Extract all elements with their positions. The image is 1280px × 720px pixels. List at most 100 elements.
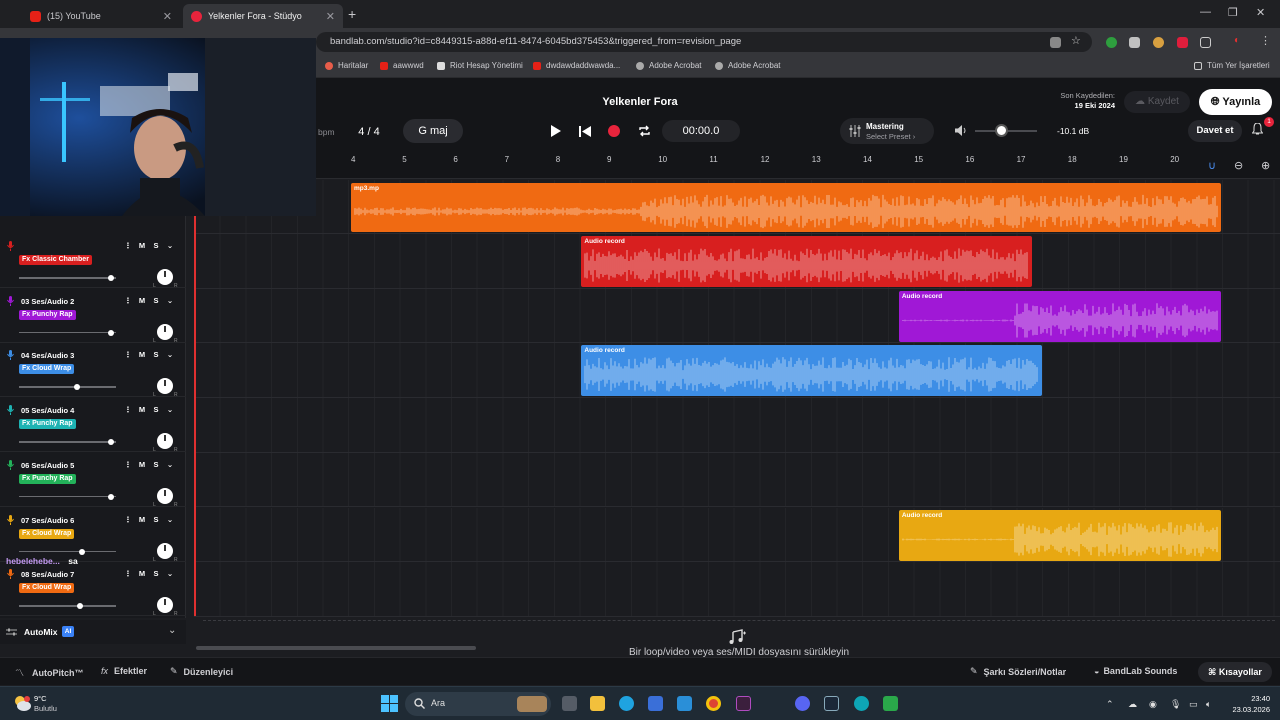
track-name[interactable]: 07 Ses/Audio 6 <box>21 516 74 525</box>
more-icon[interactable]: ⋮ <box>121 515 135 524</box>
more-icon[interactable]: ⋮ <box>121 405 135 414</box>
microphone-icon[interactable]: 🎙︎ <box>1170 699 1181 710</box>
automix-row[interactable]: AutoMix AI ⌄ <box>0 620 186 644</box>
mute-button[interactable]: M <box>135 569 149 578</box>
track-header[interactable]: Fx Classic Chamber ⋮ M S ⌄ L R <box>0 234 186 289</box>
track-header[interactable]: 03 Ses/Audio 2 Fx Punchy Rap ⋮ M S ⌄ L R <box>0 289 186 344</box>
track-volume-handle[interactable] <box>108 329 115 336</box>
audio-clip[interactable]: Audio record <box>898 290 1222 342</box>
url-field[interactable]: bandlab.com/studio?id=c8449315-a88d-ef11… <box>316 32 1092 52</box>
taskbar-search[interactable]: Ara <box>405 692 551 716</box>
mute-button[interactable]: M <box>135 296 149 305</box>
chevron-down-icon[interactable]: ⌄ <box>163 350 177 359</box>
close-tab-icon[interactable]: ✕ <box>163 10 172 23</box>
track-lane[interactable]: Audio record <box>194 234 1280 289</box>
network-icon[interactable]: ▭ <box>1189 699 1198 710</box>
pan-knob[interactable] <box>157 542 173 559</box>
track-header[interactable]: 06 Ses/Audio 5 Fx Punchy Rap ⋮ M S ⌄ L R <box>0 453 186 508</box>
weather-icon[interactable] <box>12 693 32 713</box>
extension-icon[interactable] <box>1129 37 1140 48</box>
chevron-down-icon[interactable]: ⌄ <box>163 405 177 414</box>
rewind-button[interactable] <box>575 122 595 140</box>
profile-icon[interactable]: ◐ <box>1234 35 1245 46</box>
mastering-button[interactable]: Mastering Select Preset › <box>840 118 934 144</box>
solo-button[interactable]: S <box>149 296 163 305</box>
volume-handle[interactable] <box>995 124 1009 137</box>
chrome-icon[interactable] <box>706 696 721 711</box>
fx-badge[interactable]: Fx Cloud Wrap <box>19 364 75 375</box>
file-explorer-icon[interactable] <box>590 696 605 711</box>
track-volume-slider[interactable] <box>19 493 116 500</box>
track-volume-handle[interactable] <box>77 603 84 610</box>
track-name[interactable]: 06 Ses/Audio 5 <box>21 461 74 470</box>
track-lane[interactable] <box>194 452 1280 508</box>
mail-icon[interactable] <box>677 696 692 711</box>
new-tab-button[interactable]: + <box>348 6 356 22</box>
mute-button[interactable]: M <box>135 515 149 524</box>
record-button[interactable] <box>604 122 624 140</box>
chevron-down-icon[interactable]: ⌄ <box>163 296 177 305</box>
track-lane[interactable]: Audio record <box>194 507 1280 563</box>
track-volume-slider[interactable] <box>19 548 116 555</box>
track-name[interactable]: 05 Ses/Audio 4 <box>21 406 74 415</box>
solo-button[interactable]: S <box>149 569 163 578</box>
bookmark-item[interactable]: aawwwd <box>380 61 424 70</box>
discord-icon[interactable] <box>795 696 810 711</box>
volume-icon[interactable]: 🔈︎ <box>1206 699 1211 710</box>
extensions-puzzle-icon[interactable] <box>1200 37 1211 48</box>
tab-youtube[interactable]: (15) YouTube ✕ <box>22 4 180 28</box>
edge-icon[interactable] <box>619 696 634 711</box>
fx-badge[interactable]: Fx Classic Chamber <box>19 255 92 265</box>
mute-button[interactable]: M <box>135 350 149 359</box>
chevron-down-icon[interactable]: ⌄ <box>163 241 177 250</box>
shortcuts-button[interactable]: ⌘ Kısayollar <box>1198 662 1272 682</box>
more-icon[interactable]: ⋮ <box>121 460 135 469</box>
zoom-out-icon[interactable]: ⊖ <box>1234 159 1243 172</box>
loop-button[interactable] <box>634 122 654 140</box>
playhead[interactable] <box>194 216 196 616</box>
track-lane[interactable]: Audio record <box>194 343 1280 399</box>
mute-button[interactable]: M <box>135 241 149 250</box>
speaker-icon[interactable] <box>955 125 968 136</box>
track-header[interactable]: 04 Ses/Audio 3 Fx Cloud Wrap ⋮ M S ⌄ L R <box>0 343 186 398</box>
time-signature[interactable]: 4 / 4 <box>346 120 392 144</box>
track-header[interactable]: 07 Ses/Audio 6 Fx Cloud Wrap ⋮ M S ⌄ L R <box>0 508 186 563</box>
chevron-up-icon[interactable]: ⌃ <box>1106 699 1114 710</box>
maximize-icon[interactable]: ❐ <box>1228 6 1238 19</box>
more-icon[interactable]: ⋮ <box>121 569 135 578</box>
mute-button[interactable]: M <box>135 405 149 414</box>
cloud-icon[interactable]: ☁ <box>1128 699 1137 710</box>
track-header[interactable]: 05 Ses/Audio 4 Fx Punchy Rap ⋮ M S ⌄ L R <box>0 398 186 453</box>
more-icon[interactable]: ⋮ <box>121 350 135 359</box>
more-icon[interactable]: ⋮ <box>121 296 135 305</box>
track-volume-handle[interactable] <box>74 384 81 391</box>
task-view-icon[interactable] <box>562 696 577 711</box>
audio-clip[interactable]: Audio record <box>581 236 1032 287</box>
effects-button[interactable]: fx Efektler <box>101 666 147 676</box>
extension-icon[interactable] <box>1153 37 1164 48</box>
track-volume-slider[interactable] <box>19 603 116 610</box>
close-window-icon[interactable]: ✕ <box>1256 6 1265 19</box>
audio-clip[interactable]: Audio record <box>898 509 1222 561</box>
bookmark-star-icon[interactable]: ☆ <box>1071 36 1082 47</box>
audio-clip[interactable]: mp3.mp <box>351 183 1222 232</box>
bell-icon[interactable] <box>1252 123 1263 135</box>
autopitch-button[interactable]: 〽 AutoPitch™ <box>15 666 84 679</box>
windows-start-icon[interactable] <box>381 695 398 712</box>
track-volume-handle[interactable] <box>108 275 115 281</box>
invite-button[interactable]: Davet et <box>1188 120 1242 142</box>
track-name[interactable]: 04 Ses/Audio 3 <box>21 351 74 360</box>
track-volume-slider[interactable] <box>19 275 116 281</box>
track-header[interactable]: 08 Ses/Audio 7 Fx Cloud Wrap ⋮ M S ⌄ L R <box>0 562 186 617</box>
all-bookmarks[interactable]: Tüm Yer İşaretleri <box>1194 61 1270 70</box>
fx-badge[interactable]: Fx Punchy Rap <box>19 309 76 320</box>
fx-badge[interactable]: Fx Cloud Wrap <box>19 583 75 594</box>
install-app-icon[interactable] <box>1050 37 1061 48</box>
app-icon[interactable] <box>736 696 751 711</box>
track-lane[interactable]: mp3.mp <box>194 180 1280 234</box>
menu-dots-icon[interactable]: ⋮ <box>1260 34 1271 47</box>
lyrics-button[interactable]: ✎ Şarkı Sözleri/Notlar <box>970 666 1066 677</box>
editor-button[interactable]: ✎ Düzenleyici <box>170 666 233 677</box>
mute-button[interactable]: M <box>135 460 149 469</box>
pan-knob[interactable] <box>157 269 173 285</box>
